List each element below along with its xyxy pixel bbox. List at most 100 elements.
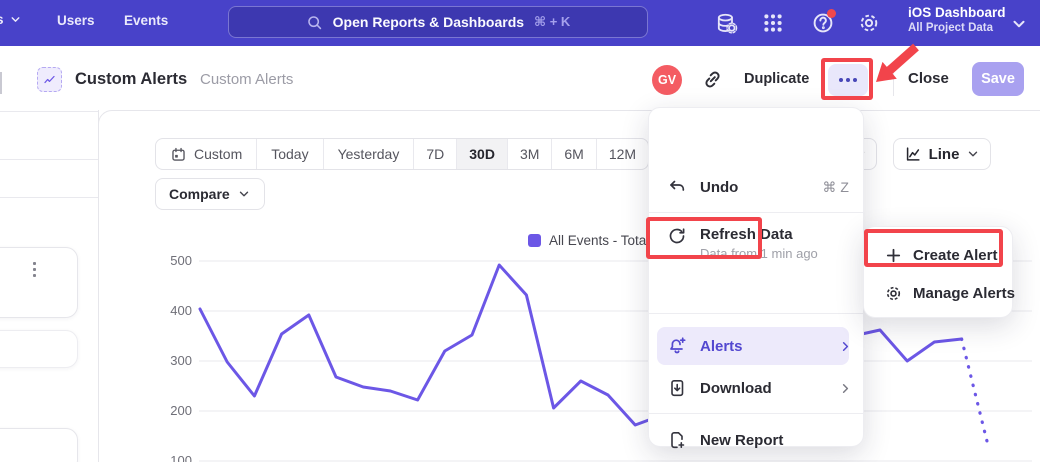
date-range-yesterday[interactable]: Yesterday: [324, 139, 415, 169]
data-management-icon[interactable]: [714, 11, 738, 35]
download-icon: [667, 378, 687, 398]
menu-item-label: New Report: [700, 432, 783, 449]
report-toolbar: Custom Alerts Custom Alerts GV Duplicate…: [0, 46, 1040, 110]
manage-alerts-item[interactable]: Manage Alerts: [864, 275, 1014, 311]
legend-swatch: [528, 234, 541, 247]
breadcrumb: Custom Alerts: [200, 71, 293, 88]
date-range-label: 3M: [520, 146, 539, 162]
date-range-label: 12M: [609, 146, 636, 162]
more-options-menu: Refresh Data Data from 1 min ago Undo ⌘ …: [648, 107, 864, 447]
calendar-icon: [170, 146, 187, 163]
undo-icon: [667, 177, 687, 197]
chart-type-label: Line: [929, 146, 960, 163]
sidebar-row-divider: [0, 159, 98, 160]
avatar[interactable]: GV: [652, 65, 682, 95]
y-axis-tick: 500: [158, 253, 192, 268]
date-range-label: 30D: [469, 146, 495, 162]
menu-item-label: Undo: [700, 179, 738, 196]
menu-item-refresh-data[interactable]: Refresh Data Data from 1 min ago: [649, 220, 865, 268]
plus-icon: [884, 246, 903, 265]
date-range-label: Custom: [194, 146, 242, 162]
date-range-7d[interactable]: 7D: [414, 139, 457, 169]
compare-label: Compare: [169, 186, 230, 202]
dashboard-card-preview: [0, 330, 78, 368]
new-report-icon: [667, 430, 687, 450]
chevron-down-icon[interactable]: [1010, 15, 1028, 33]
copy-link-icon[interactable]: [701, 68, 724, 91]
menu-item-shortcut: ⌘ Z: [823, 179, 849, 196]
menu-item-new-report[interactable]: New Report: [649, 422, 865, 458]
date-range-custom[interactable]: Custom: [156, 139, 257, 169]
compare-button[interactable]: Compare: [155, 178, 265, 210]
dashboard-card-preview: [0, 428, 78, 462]
app-window: 500 400 300 200 100 All Events - Total C…: [0, 0, 1040, 462]
more-options-button[interactable]: [828, 64, 868, 96]
menu-item-label: Refresh Data: [700, 226, 793, 243]
page-title: Custom Alerts: [75, 70, 187, 89]
y-axis-tick: 100: [158, 453, 192, 462]
alerts-submenu: Create Alert Manage Alerts: [863, 226, 1013, 318]
apps-grid-icon[interactable]: [761, 11, 785, 35]
save-button[interactable]: Save: [972, 62, 1024, 96]
menu-divider: [649, 313, 865, 314]
project-switcher[interactable]: iOS Dashboard All Project Data: [908, 5, 1006, 34]
top-navigation-bar: s Users Events Open Reports & Dashboards…: [0, 0, 1040, 46]
menu-divider: [649, 413, 865, 414]
menu-item-download[interactable]: Download: [649, 370, 865, 406]
nav-item-events[interactable]: Events: [124, 13, 168, 28]
sidebar-row-divider: [0, 197, 98, 198]
line-chart-icon: [904, 145, 922, 163]
legend-label: All Events - Total: [549, 233, 649, 248]
chevron-down-icon: [9, 13, 22, 26]
menu-item-label: Create Alert: [913, 247, 997, 264]
chevron-down-icon: [237, 187, 251, 201]
menu-item-undo[interactable]: Undo ⌘ Z: [649, 169, 865, 205]
date-range-label: Today: [271, 146, 308, 162]
project-scope: All Project Data: [908, 22, 1006, 34]
y-axis-tick: 400: [158, 303, 192, 318]
menu-divider: [649, 212, 865, 213]
help-icon[interactable]: [811, 11, 835, 35]
nav-item-partial[interactable]: s: [0, 12, 22, 27]
date-range-label: 6M: [564, 146, 583, 162]
chevron-down-icon: [966, 147, 980, 161]
date-range-today[interactable]: Today: [257, 139, 323, 169]
chevron-right-icon: [838, 381, 853, 396]
search-shortcut: ⌘ + K: [534, 14, 570, 30]
settings-icon[interactable]: [857, 11, 881, 35]
global-search-input[interactable]: Open Reports & Dashboards ⌘ + K: [228, 6, 648, 38]
date-range-3m[interactable]: 3M: [508, 139, 552, 169]
dashboard-card-preview: [0, 247, 78, 318]
chart-type-button[interactable]: Line: [893, 138, 991, 170]
search-placeholder: Open Reports & Dashboards: [333, 14, 524, 30]
menu-item-label: Manage Alerts: [913, 285, 1015, 302]
date-range-label: 7D: [426, 146, 444, 162]
create-alert-item[interactable]: Create Alert: [864, 237, 1014, 273]
date-range-12m[interactable]: 12M: [597, 139, 648, 169]
date-range-6m[interactable]: 6M: [552, 139, 596, 169]
chart-legend[interactable]: All Events - Total: [528, 233, 649, 248]
duplicate-button[interactable]: Duplicate: [744, 71, 809, 87]
nav-item-label: s: [0, 12, 4, 27]
project-name: iOS Dashboard: [908, 5, 1006, 20]
nav-item-users[interactable]: Users: [57, 13, 95, 28]
clipped-element-fragment: [0, 72, 2, 94]
menu-item-label: Download: [700, 380, 772, 397]
menu-item-subtext: Data from 1 min ago: [700, 246, 818, 261]
search-icon: [306, 14, 323, 31]
gear-icon: [884, 284, 903, 303]
sidebar-divider: [98, 110, 99, 462]
sidebar-row-divider: [0, 111, 98, 112]
ellipsis-icon: [839, 78, 843, 82]
close-button[interactable]: Close: [908, 70, 949, 87]
refresh-icon: [667, 226, 687, 246]
date-range-30d[interactable]: 30D: [457, 139, 508, 169]
toolbar-divider: [893, 64, 894, 96]
card-kebab-menu[interactable]: [33, 262, 36, 277]
notification-badge: [827, 9, 836, 18]
date-range-control: Custom Today Yesterday 7D 30D 3M 6M 12M: [155, 138, 649, 170]
date-range-label: Yesterday: [338, 146, 400, 162]
y-axis-tick: 300: [158, 353, 192, 368]
report-icon: [37, 67, 62, 92]
y-axis-tick: 200: [158, 403, 192, 418]
